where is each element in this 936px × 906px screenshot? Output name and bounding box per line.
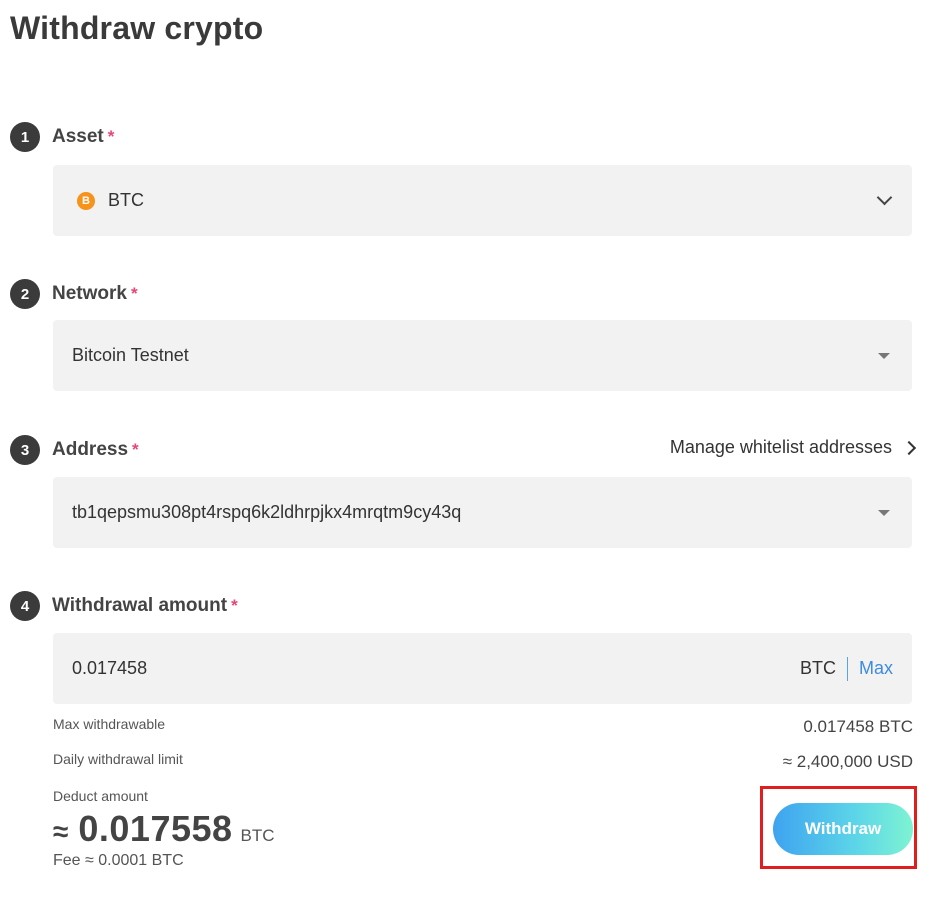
network-value: Bitcoin Testnet xyxy=(72,345,189,365)
step-number-4: 4 xyxy=(10,591,40,621)
max-withdrawable-value: 0.017458 BTC xyxy=(803,717,913,736)
amount-input[interactable]: 0.017458 BTC Max xyxy=(53,633,912,704)
page-title: Withdraw crypto xyxy=(10,10,264,46)
required-marker: * xyxy=(107,127,115,146)
address-value: tb1qepsmu308pt4rspq6k2ldhrpjkx4mrqtm9cy4… xyxy=(72,502,462,522)
deduct-amount: ≈ 0.017558 BTC xyxy=(53,808,275,850)
required-marker: * xyxy=(132,440,139,459)
step-amount-header: 4 Withdrawal amount * xyxy=(10,591,238,621)
chevron-down-icon[interactable] xyxy=(876,189,893,206)
network-select[interactable]: Bitcoin Testnet xyxy=(53,320,912,391)
max-withdrawable-label: Max withdrawable xyxy=(53,716,166,732)
daily-limit-label: Daily withdrawal limit xyxy=(53,751,183,767)
amount-label: Withdrawal amount xyxy=(52,595,228,616)
withdraw-button[interactable]: Withdraw xyxy=(773,803,913,855)
address-label: Address xyxy=(52,439,129,460)
deduct-amount-label: Deduct amount xyxy=(53,788,148,804)
bitcoin-icon: B xyxy=(77,191,95,210)
deduct-amount-value: 0.017558 xyxy=(78,808,233,849)
amount-unit: BTC xyxy=(799,658,836,678)
asset-label: Asset xyxy=(52,126,104,147)
manage-whitelist-link[interactable]: Manage whitelist addresses xyxy=(669,437,917,458)
asset-value: BTC xyxy=(108,190,144,210)
step-number-2: 2 xyxy=(10,279,40,309)
max-button[interactable]: Max xyxy=(859,658,893,679)
step-number-1: 1 xyxy=(10,122,40,152)
required-marker: * xyxy=(231,596,238,615)
fee-text: Fee ≈ 0.0001 BTC xyxy=(53,852,184,869)
deduct-amount-unit: BTC xyxy=(240,826,275,845)
caret-down-icon[interactable] xyxy=(878,509,890,516)
step-asset-header: 1 Asset * xyxy=(10,122,114,152)
daily-limit-value: ≈ 2,400,000 USD xyxy=(782,752,913,771)
network-label: Network xyxy=(52,283,127,304)
manage-whitelist-label: Manage whitelist addresses xyxy=(669,437,892,457)
approx-symbol: ≈ xyxy=(53,816,69,847)
required-marker: * xyxy=(130,284,138,303)
step-address-header: 3 Address * xyxy=(10,435,139,465)
chevron-right-icon xyxy=(901,440,917,455)
address-select[interactable]: tb1qepsmu308pt4rspq6k2ldhrpjkx4mrqtm9cy4… xyxy=(53,477,912,548)
step-network-header: 2 Network * xyxy=(10,279,138,309)
asset-select[interactable]: B BTC xyxy=(53,165,912,236)
divider xyxy=(846,656,848,681)
step-number-3: 3 xyxy=(10,435,40,465)
caret-down-icon[interactable] xyxy=(878,352,890,359)
amount-value[interactable]: 0.017458 xyxy=(72,658,800,679)
